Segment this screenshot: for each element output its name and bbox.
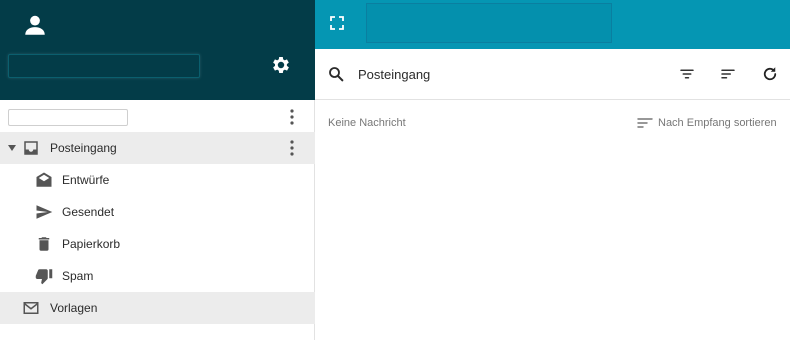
fullscreen-icon[interactable]: [329, 15, 345, 31]
folder-sent-label: Gesendet: [62, 205, 115, 219]
empty-message: Keine Nachricht: [328, 117, 406, 129]
folder-sent[interactable]: Gesendet: [0, 196, 315, 228]
top-bar: [315, 0, 790, 49]
account-menu-icon[interactable]: [286, 108, 298, 126]
sort-label: Nach Empfang sortieren: [658, 117, 777, 129]
caret-down-icon[interactable]: [7, 144, 17, 152]
folder-inbox-label: Posteingang: [50, 141, 117, 155]
refresh-icon[interactable]: [761, 65, 779, 83]
folder-spam[interactable]: Spam: [0, 260, 315, 292]
mail-icon: [23, 302, 39, 314]
mail-search-bar: Posteingang: [315, 49, 790, 100]
gear-icon[interactable]: [270, 54, 292, 76]
search-icon[interactable]: [327, 65, 345, 83]
folder-templates[interactable]: Vorlagen: [0, 292, 315, 324]
folder-inbox[interactable]: Posteingang: [0, 132, 315, 164]
send-icon: [36, 205, 53, 219]
account-name-field[interactable]: [8, 54, 200, 78]
account-header: [0, 0, 315, 100]
filter-icon[interactable]: [678, 65, 696, 83]
inbox-icon: [24, 141, 38, 155]
thumbs-down-icon: [35, 269, 53, 285]
folder-sidebar: Posteingang Entwürfe Gesendet Papierkorb…: [0, 0, 315, 340]
trash-icon: [38, 237, 50, 251]
sort-lines-icon: [637, 118, 653, 128]
folder-spam-label: Spam: [62, 269, 94, 283]
folder-filter-input[interactable]: [8, 109, 128, 126]
folder-drafts[interactable]: Entwürfe: [0, 164, 315, 196]
folder-templates-label: Vorlagen: [50, 301, 98, 315]
sort-by-received[interactable]: Nach Empfang sortieren: [637, 117, 777, 129]
folder-trash-label: Papierkorb: [62, 237, 121, 251]
top-bar-field[interactable]: [366, 3, 612, 43]
user-icon[interactable]: [22, 12, 48, 38]
folder-drafts-label: Entwürfe: [62, 173, 110, 187]
search-query[interactable]: Posteingang: [358, 67, 430, 82]
drafts-icon: [36, 172, 52, 187]
sort-icon[interactable]: [719, 65, 737, 83]
inbox-menu-icon[interactable]: [286, 139, 298, 157]
folder-trash[interactable]: Papierkorb: [0, 228, 315, 260]
